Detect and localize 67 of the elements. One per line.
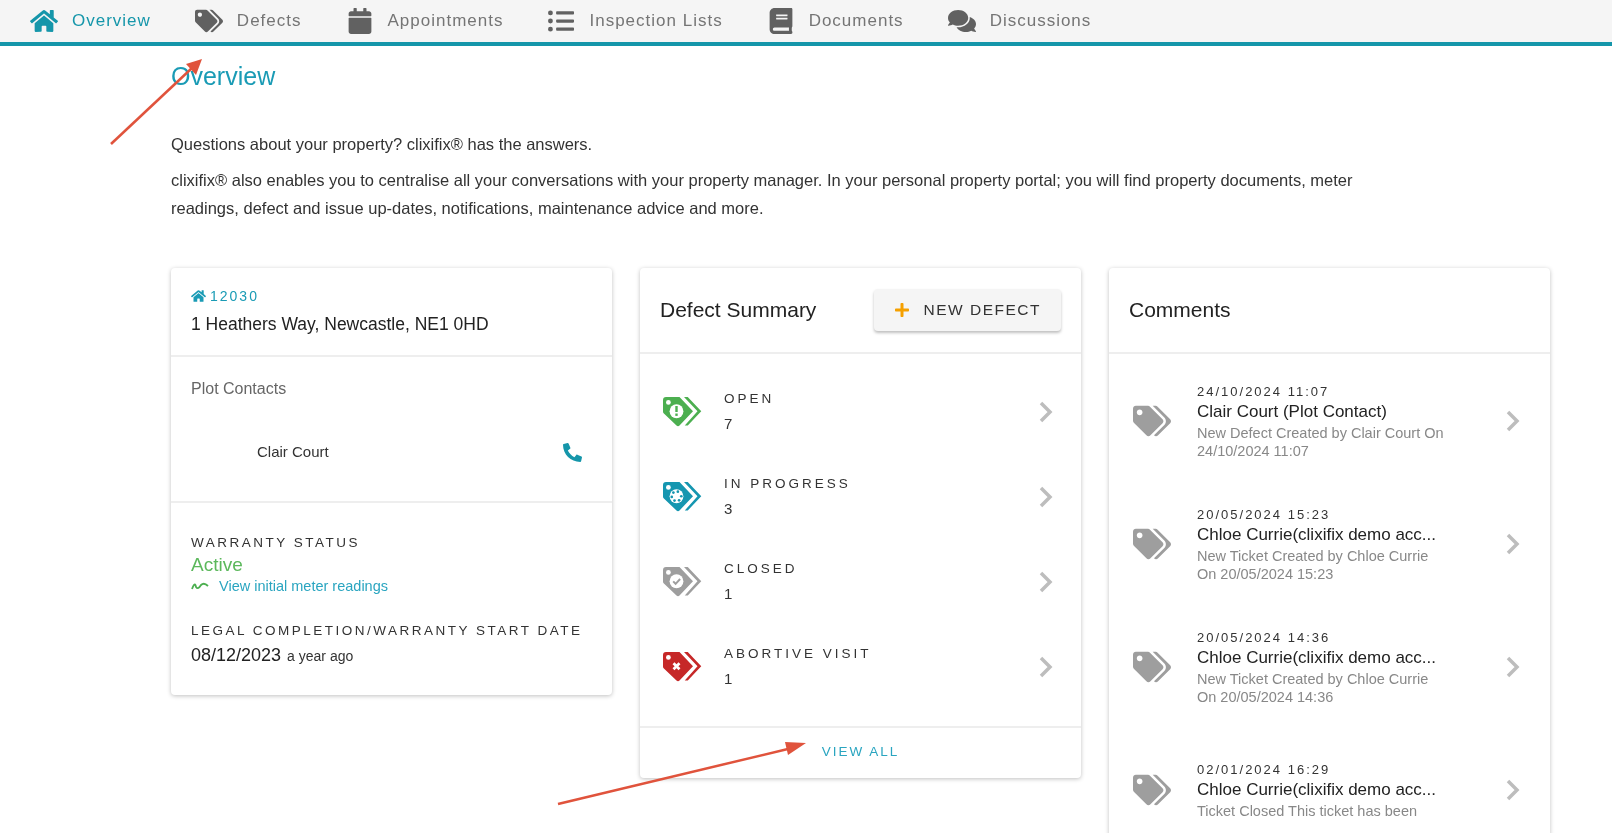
completion-date: 08/12/2023 [191,643,282,667]
comment-time: 02/01/2024 16:29 [1197,760,1332,778]
tags-icon [194,8,223,34]
status-count: 1 [724,668,734,689]
warranty-status: Active [191,553,244,576]
home-icon [191,289,206,303]
tags-icon [1133,405,1171,437]
list-icon [547,8,576,34]
defect-status-row[interactable]: OPEN 7 [640,369,1081,455]
chevron-right-icon [1039,571,1053,593]
comment-time: 24/10/2024 11:07 [1197,382,1331,400]
comment-item[interactable]: 20/05/2024 14:36 Chloe Currie(clixifix demo acc... New Ticket Created by Chloe Currie On 20/05/2024 14:36 [1109,605,1550,729]
comment-text: Ticket Closed This ticket has been [1197,801,1419,820]
status-label: IN PROGRESS [724,474,852,493]
comment-time: 20/05/2024 15:23 [1197,505,1332,523]
defect-status-row[interactable]: CLOSED 1 [640,539,1081,625]
comment-text: New Ticket Created by Chloe Currie On 20/05/2024 15:23 [1197,546,1430,583]
warranty-label: WARRANTY STATUS [191,534,361,553]
squiggle-icon [191,581,209,592]
card-title: Comments [1129,296,1231,323]
contact-name: Clair Court [257,441,329,462]
chevron-right-icon [1506,410,1520,432]
comment-text: New Defect Created by Clair Court On 24/10/2024 11:07 [1197,423,1445,460]
defect-status-row[interactable]: IN PROGRESS 3 [640,454,1081,540]
home-icon [30,8,58,34]
comment-author: Chloe Currie(clixifix demo acc... [1197,523,1437,546]
chevron-right-icon [1506,533,1520,555]
nav-tab[interactable]: Discussions [947,0,1092,42]
nav-tab[interactable]: Documents [766,0,904,42]
status-label: OPEN [724,389,776,408]
card-title: Defect Summary [660,296,817,323]
nav-tab[interactable]: Defects [194,0,302,42]
status-label: CLOSED [724,559,799,578]
new-defect-button[interactable]: NEW DEFECT [873,288,1061,331]
property-address: 1 Heathers Way, Newcastle, NE1 0HD [191,312,490,336]
nav-tab[interactable]: Inspection Lists [547,0,723,42]
phone-icon[interactable] [563,442,582,462]
chevron-right-icon [1506,656,1520,678]
status-count: 3 [724,498,734,519]
tags-icon [1133,528,1171,560]
intro-paragraph: clixifix® also enables you to centralise all your conversations with your property manager. In your personal property portal; you will find property documents, meter readings, defect and issue up-dates, notifications, maintenance advice and more. [171,169,1354,219]
tags-icon [1133,774,1171,806]
chevron-right-icon [1039,656,1053,678]
comments-icon [947,8,976,34]
comment-author: Chloe Currie(clixifix demo acc... [1197,646,1437,669]
intro-paragraph: Questions about your property? clixifix® has the answers. [171,133,594,155]
comment-item[interactable]: 24/10/2024 11:07 Clair Court (Plot Contact) New Defect Created by Clair Court On 24/10/2024 11:07 [1109,359,1550,483]
comment-author: Clair Court (Plot Contact) [1197,400,1388,423]
comment-item[interactable]: 02/01/2024 16:29 Chloe Currie(clixifix demo acc... Ticket Closed This ticket has been [1109,728,1550,833]
chevron-right-icon [1039,486,1053,508]
completion-label: LEGAL COMPLETION/WARRANTY START DATE [191,622,584,641]
comment-time: 20/05/2024 14:36 [1197,628,1332,646]
plot-id: 12030 [210,286,259,306]
chevron-right-icon [1039,401,1053,423]
defect-status-row[interactable]: ABORTIVE VISIT 1 [640,624,1081,710]
status-label: ABORTIVE VISIT [724,644,873,663]
comment-item[interactable]: 20/05/2024 15:23 Chloe Currie(clixifix demo acc... New Ticket Created by Chloe Currie On 20/05/2024 15:23 [1109,482,1550,606]
nav-tab[interactable]: Appointments [345,0,504,42]
contacts-label: Plot Contacts [191,378,288,399]
tags-icon [1133,651,1171,683]
comment-author: Chloe Currie(clixifix demo acc... [1197,778,1437,801]
status-count: 1 [724,583,734,604]
comment-text: New Ticket Created by Chloe Currie On 20/05/2024 14:36 [1197,669,1430,706]
chevron-right-icon [1506,779,1520,801]
completion-ago: a year ago [287,646,354,666]
plus-icon [893,301,910,318]
status-count: 7 [724,413,734,434]
